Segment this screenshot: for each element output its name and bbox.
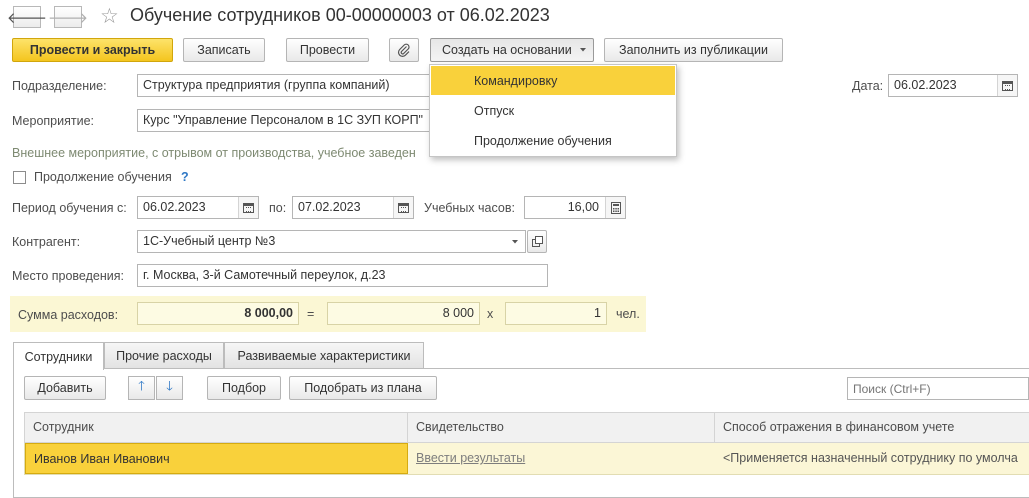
date-value: 06.02.2023 xyxy=(894,78,957,92)
move-down-button[interactable]: 🡓 xyxy=(156,376,183,400)
calendar-icon xyxy=(243,202,254,213)
add-button[interactable]: Добавить xyxy=(24,376,106,400)
calculator-button[interactable] xyxy=(605,197,625,218)
continuation-label[interactable]: Продолжение обучения xyxy=(34,170,172,184)
period-to-field[interactable]: 07.02.2023 xyxy=(292,196,414,219)
period-to-value: 07.02.2023 xyxy=(298,200,361,214)
paperclip-icon xyxy=(397,43,410,57)
save-button[interactable]: Записать xyxy=(183,38,265,62)
arrow-down-icon: 🡓 xyxy=(166,378,173,393)
study-hours-field[interactable]: 16,00 xyxy=(524,196,626,219)
back-button[interactable]: 🡐 xyxy=(7,6,47,28)
date-field[interactable]: 06.02.2023 xyxy=(888,74,1018,97)
period-from-field[interactable]: 06.02.2023 xyxy=(137,196,259,219)
cell-employee[interactable]: Иванов Иван Иванович xyxy=(25,443,408,474)
department-label: Подразделение: xyxy=(12,79,107,93)
forward-button[interactable]: 🡒 xyxy=(48,6,88,28)
column-accounting[interactable]: Способ отражения в финансовом учете xyxy=(715,413,1029,442)
period-to-calendar-button[interactable] xyxy=(393,197,413,218)
event-label: Мероприятие: xyxy=(12,114,95,128)
continuation-checkbox[interactable] xyxy=(13,171,26,184)
table-header: Сотрудник Свидетельство Способ отражения… xyxy=(24,412,1029,443)
expenses-label: Сумма расходов: xyxy=(18,308,119,322)
persons-count-field[interactable]: 1 xyxy=(505,302,607,325)
attach-button[interactable] xyxy=(389,38,419,62)
expenses-total-field[interactable]: 8 000,00 xyxy=(137,302,299,325)
table-row[interactable]: Иванов Иван Иванович Ввести результаты <… xyxy=(24,443,1029,475)
column-employee[interactable]: Сотрудник xyxy=(25,413,408,442)
study-hours-label: Учебных часов: xyxy=(424,201,515,215)
menu-item-vacation[interactable]: Отпуск xyxy=(431,96,675,125)
help-icon[interactable]: ? xyxy=(181,170,189,184)
period-from-value: 06.02.2023 xyxy=(143,200,206,214)
column-certificate[interactable]: Свидетельство xyxy=(408,413,715,442)
calculator-icon xyxy=(610,201,621,214)
location-field[interactable]: г. Москва, 3-й Самотечный переулок, д.23 xyxy=(137,264,548,287)
create-based-on-button[interactable]: Создать на основании xyxy=(430,38,594,62)
equals-sign: = xyxy=(307,307,315,321)
contractor-field[interactable]: 1С-Учебный центр №3 xyxy=(137,230,526,253)
department-field[interactable]: Структура предприятия (группа компаний) xyxy=(137,74,437,97)
cell-certificate[interactable]: Ввести результаты xyxy=(408,443,715,474)
date-label: Дата: xyxy=(852,79,884,93)
period-from-calendar-button[interactable] xyxy=(238,197,258,218)
contractor-value: 1С-Учебный центр №3 xyxy=(143,234,276,248)
cell-accounting[interactable]: <Применяется назначенный сотруднику по у… xyxy=(715,443,1029,474)
chevron-down-icon xyxy=(512,239,518,243)
select-button[interactable]: Подбор xyxy=(207,376,281,400)
tab-employees[interactable]: Сотрудники xyxy=(13,342,104,370)
location-label: Место проведения: xyxy=(12,269,124,283)
fill-from-publication-button[interactable]: Заполнить из публикации xyxy=(604,38,783,62)
date-calendar-button[interactable] xyxy=(997,75,1017,96)
contractor-open-button[interactable] xyxy=(527,230,547,253)
tab-other-expenses[interactable]: Прочие расходы xyxy=(104,342,224,368)
create-based-on-menu: Командировку Отпуск Продолжение обучения xyxy=(429,64,677,157)
enter-results-link[interactable]: Ввести результаты xyxy=(416,451,525,465)
favorite-star-icon[interactable]: ☆ xyxy=(100,4,119,29)
create-based-on-label: Создать на основании xyxy=(442,43,572,57)
times-sign: x xyxy=(487,307,494,321)
arrow-right-icon: 🡒 xyxy=(47,9,89,27)
menu-item-business-trip[interactable]: Командировку xyxy=(431,66,675,95)
move-up-button[interactable]: 🡑 xyxy=(128,376,155,400)
select-from-plan-button[interactable]: Подобрать из плана xyxy=(289,376,437,400)
chevron-down-icon xyxy=(579,48,586,52)
page-title: Обучение сотрудников 00-00000003 от 06.0… xyxy=(130,5,550,25)
tab-developed-characteristics[interactable]: Развиваемые характеристики xyxy=(224,342,424,368)
persons-unit: чел. xyxy=(616,307,640,321)
period-to-label: по: xyxy=(269,201,287,215)
calendar-icon xyxy=(1002,80,1013,91)
contractor-label: Контрагент: xyxy=(12,235,81,249)
post-button[interactable]: Провести xyxy=(286,38,369,62)
event-description: Внешнее мероприятие, с отрывом от произв… xyxy=(12,146,416,160)
event-field[interactable]: Курс "Управление Персоналом в 1С ЗУП КОР… xyxy=(137,109,437,132)
study-hours-value: 16,00 xyxy=(567,200,599,214)
calendar-icon xyxy=(398,202,409,213)
expenses-per-person-field[interactable]: 8 000 xyxy=(327,302,480,325)
contractor-dropdown-button[interactable] xyxy=(505,231,525,252)
arrow-up-icon: 🡑 xyxy=(138,378,145,393)
open-window-icon xyxy=(531,236,543,247)
post-and-close-button[interactable]: Провести и закрыть xyxy=(12,38,173,62)
menu-item-continue-training[interactable]: Продолжение обучения xyxy=(431,126,675,155)
period-from-label: Период обучения с: xyxy=(12,201,127,215)
arrow-left-icon: 🡐 xyxy=(6,9,48,27)
search-input[interactable] xyxy=(847,377,1029,400)
